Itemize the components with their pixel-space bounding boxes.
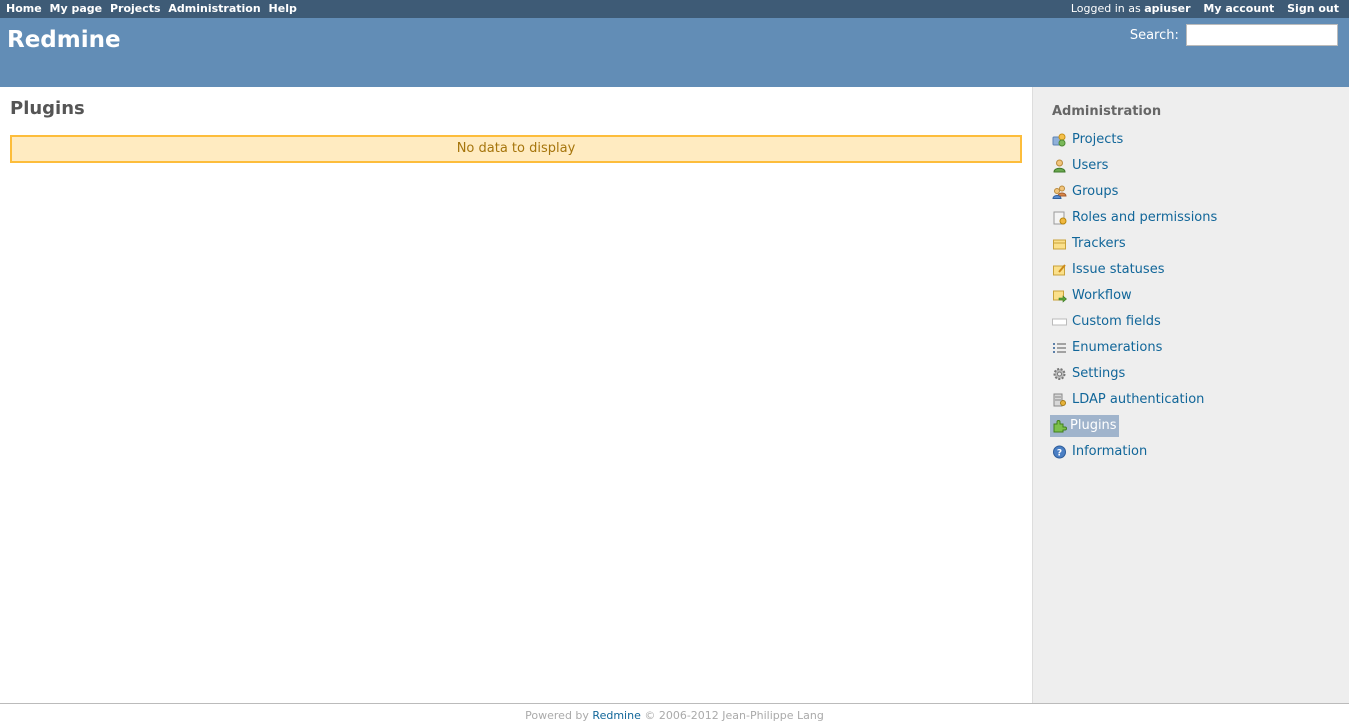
admin-menu-item: Enumerations	[1050, 337, 1219, 363]
admin-menu-item: ? Information	[1050, 441, 1219, 467]
gear-icon	[1052, 367, 1067, 381]
sidebar-title: Administration	[1052, 104, 1162, 119]
admin-menu-projects[interactable]: Projects	[1050, 129, 1125, 151]
help-icon: ?	[1052, 445, 1067, 459]
footer-copyright: © 2006-2012 Jean-Philippe Lang	[644, 709, 824, 722]
plugin-icon	[1052, 419, 1067, 433]
admin-menu-label: Enumerations	[1072, 340, 1163, 355]
server-key-icon	[1052, 393, 1067, 407]
search-label: Search:	[1129, 27, 1179, 43]
admin-menu-item: Issue statuses	[1050, 259, 1219, 285]
admin-menu-information[interactable]: ? Information	[1050, 441, 1149, 463]
admin-menu-label: Information	[1072, 444, 1148, 459]
page-title: Plugins	[10, 98, 85, 119]
admin-menu-label: Issue statuses	[1072, 262, 1165, 277]
top-menu: Home My page Projects Administration Hel…	[0, 0, 1349, 18]
user-icon	[1052, 159, 1067, 173]
logged-in-as: Logged in as apiuser	[1071, 2, 1191, 15]
custom-fields-icon	[1052, 315, 1067, 329]
footer-redmine-link[interactable]: Redmine	[592, 709, 640, 722]
admin-menu-plugins[interactable]: Plugins	[1050, 415, 1119, 437]
admin-menu-roles[interactable]: Roles and permissions	[1050, 207, 1219, 229]
footer: Powered by Redmine © 2006-2012 Jean-Phil…	[0, 703, 1349, 727]
admin-menu-item: Projects	[1050, 129, 1219, 155]
tracker-icon	[1052, 237, 1067, 251]
top-menu-help-link[interactable]: Help	[269, 2, 297, 15]
admin-menu-label: Custom fields	[1072, 314, 1161, 329]
admin-menu-item: Settings	[1050, 363, 1219, 389]
quick-search: Search:	[1130, 24, 1338, 46]
admin-menu-label: Plugins	[1070, 418, 1117, 433]
admin-menu-groups[interactable]: Groups	[1050, 181, 1120, 203]
admin-menu-settings[interactable]: Settings	[1050, 363, 1127, 385]
admin-menu-item: Groups	[1050, 181, 1219, 207]
admin-menu-label: Roles and permissions	[1072, 210, 1218, 225]
group-icon	[1052, 185, 1067, 199]
admin-menu-issue-statuses[interactable]: Issue statuses	[1050, 259, 1166, 281]
svg-text:?: ?	[1057, 449, 1062, 459]
admin-menu-workflow[interactable]: Workflow	[1050, 285, 1134, 307]
admin-menu: Projects Users Groups Roles and permissi…	[1050, 129, 1219, 467]
app-title: Redmine	[7, 27, 121, 53]
no-data-message: No data to display	[10, 135, 1022, 163]
admin-menu-enumerations[interactable]: Enumerations	[1050, 337, 1164, 359]
my-account-link[interactable]: My account	[1203, 2, 1274, 15]
admin-menu-item: LDAP authentication	[1050, 389, 1219, 415]
account-links: Logged in as apiuser My account Sign out	[1071, 2, 1339, 15]
admin-menu-item: Roles and permissions	[1050, 207, 1219, 233]
footer-prefix: Powered by	[525, 709, 589, 722]
list-icon	[1052, 341, 1067, 355]
top-menu-my-page-link[interactable]: My page	[50, 2, 103, 15]
top-menu-home-link[interactable]: Home	[6, 2, 42, 15]
admin-menu-label: Projects	[1072, 132, 1124, 147]
sidebar: Administration Projects Users Groups Rol…	[1033, 87, 1349, 703]
roles-icon	[1052, 211, 1067, 225]
admin-menu-item: Plugins	[1050, 415, 1219, 441]
admin-menu-label: Trackers	[1072, 236, 1126, 251]
logged-in-prefix: Logged in as	[1070, 2, 1141, 15]
logged-in-username[interactable]: apiuser	[1144, 2, 1190, 15]
admin-menu-trackers[interactable]: Trackers	[1050, 233, 1128, 255]
header: Redmine Search:	[0, 18, 1349, 87]
admin-menu-ldap[interactable]: LDAP authentication	[1050, 389, 1206, 411]
admin-menu-users[interactable]: Users	[1050, 155, 1110, 177]
admin-menu-label: LDAP authentication	[1072, 392, 1205, 407]
workflow-icon	[1052, 289, 1067, 303]
top-menu-links: Home My page Projects Administration Hel…	[6, 2, 301, 15]
projects-icon	[1052, 133, 1067, 147]
admin-menu-item: Users	[1050, 155, 1219, 181]
top-menu-projects-link[interactable]: Projects	[110, 2, 161, 15]
admin-menu-label: Groups	[1072, 184, 1119, 199]
main-content: Plugins No data to display	[0, 87, 1033, 703]
admin-menu-label: Workflow	[1072, 288, 1132, 303]
admin-menu-item: Trackers	[1050, 233, 1219, 259]
sign-out-link[interactable]: Sign out	[1287, 2, 1339, 15]
admin-menu-item: Workflow	[1050, 285, 1219, 311]
search-input[interactable]	[1186, 24, 1338, 46]
top-menu-administration-link[interactable]: Administration	[168, 2, 260, 15]
admin-menu-custom-fields[interactable]: Custom fields	[1050, 311, 1163, 333]
issue-status-icon	[1052, 263, 1067, 277]
admin-menu-item: Custom fields	[1050, 311, 1219, 337]
admin-menu-label: Settings	[1072, 366, 1126, 381]
admin-menu-label: Users	[1072, 158, 1109, 173]
